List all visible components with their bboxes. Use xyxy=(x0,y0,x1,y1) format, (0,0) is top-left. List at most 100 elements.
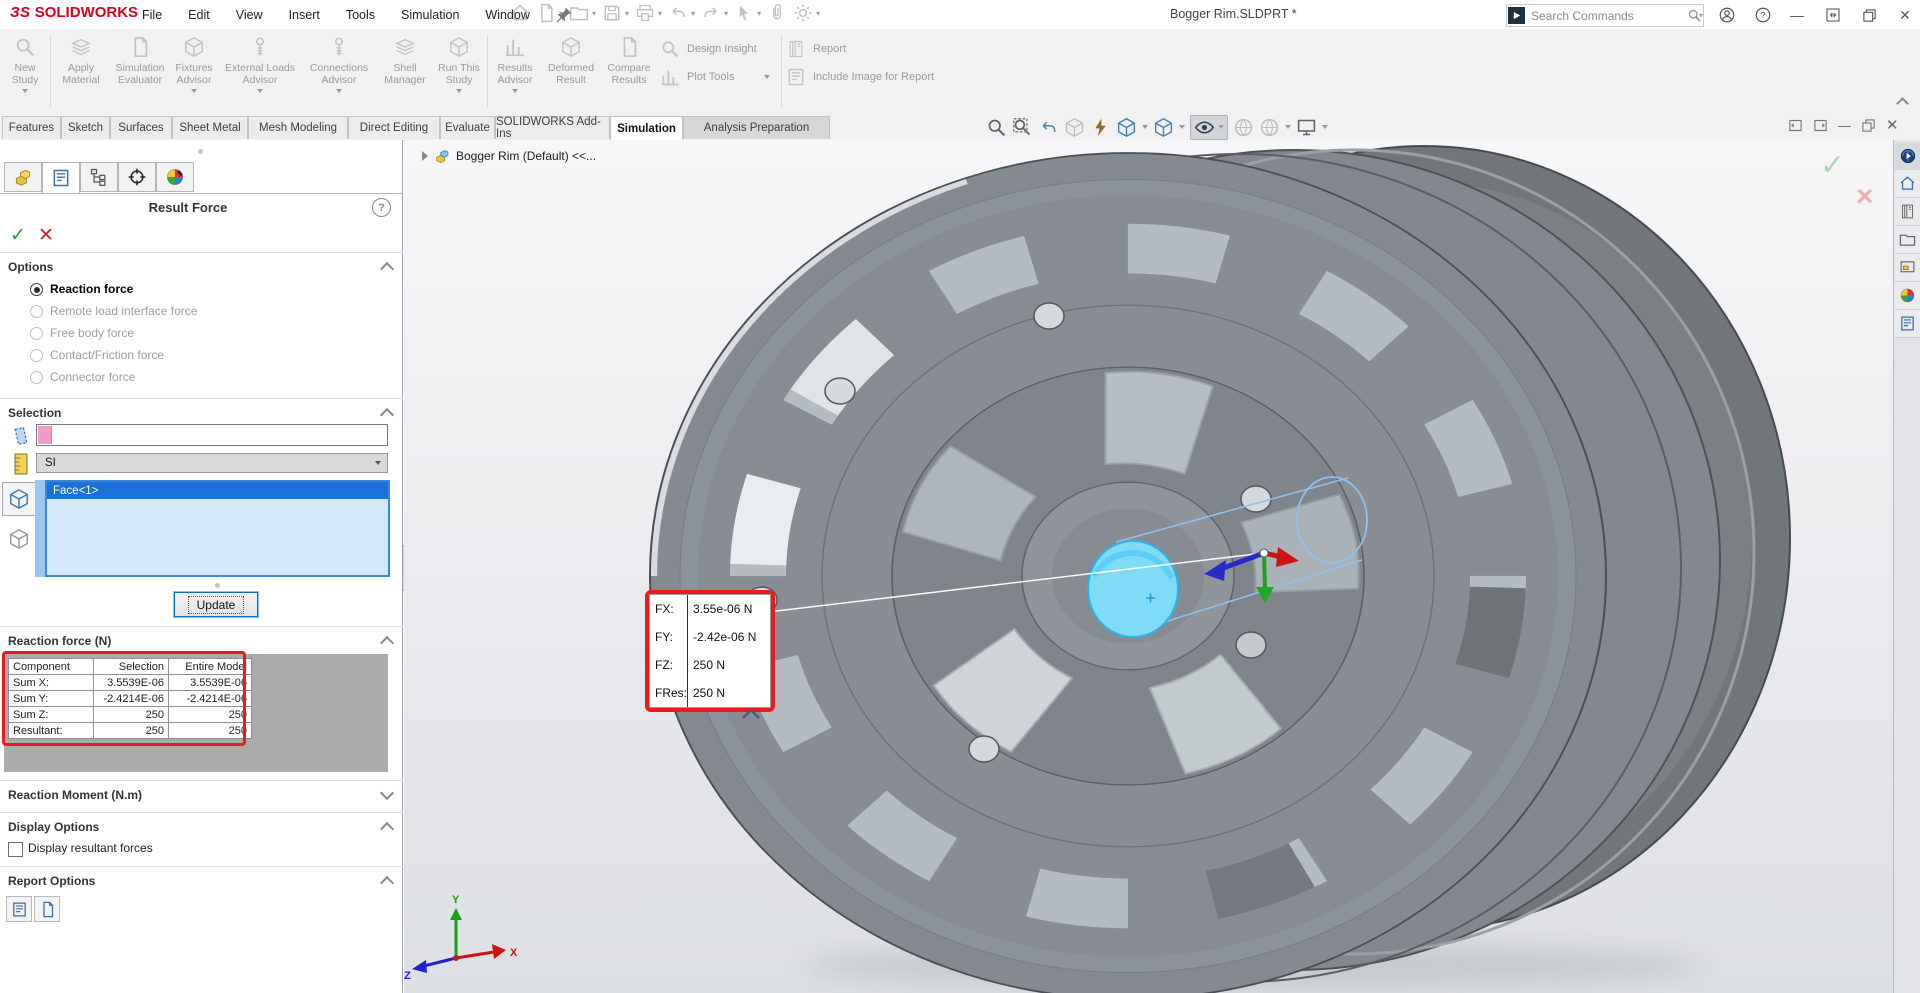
callout-collapse-icon[interactable] xyxy=(740,708,762,720)
viewport-restore-icon[interactable] xyxy=(1861,118,1876,133)
new-study-button[interactable]: New Study xyxy=(2,33,48,109)
tab-direct-editing[interactable]: Direct Editing xyxy=(348,116,440,139)
external-loads-advisor-button[interactable]: External Loads Advisor xyxy=(220,33,300,109)
viewport-close-icon[interactable]: ✕ xyxy=(1886,116,1899,134)
zoom-to-area-icon[interactable] xyxy=(1012,117,1033,138)
reaction-force-collapse-icon[interactable] xyxy=(380,636,394,650)
pane-right-icon[interactable] xyxy=(1813,118,1828,133)
tab-sheet-metal[interactable]: Sheet Metal xyxy=(172,116,248,139)
previous-view-icon[interactable] xyxy=(1038,117,1059,138)
selection-filter-input[interactable] xyxy=(36,424,388,446)
simulation-evaluator-button[interactable]: Simulation Evaluator xyxy=(112,33,168,109)
taskpane-custom-properties-button[interactable] xyxy=(1895,310,1920,338)
help-icon[interactable]: ? xyxy=(1752,4,1774,26)
radio-label[interactable]: Remote load interface force xyxy=(50,304,197,318)
view-settings-icon[interactable] xyxy=(1296,117,1317,138)
radio-label[interactable]: Contact/Friction force xyxy=(50,348,164,362)
taskpane-3dexperience-button[interactable] xyxy=(1895,142,1920,170)
save-dropdown[interactable]: ▾ xyxy=(625,9,629,18)
new-document-icon[interactable] xyxy=(536,3,556,23)
cancel-button[interactable]: ✕ xyxy=(38,224,54,247)
search-dropdown[interactable]: ▾ xyxy=(1699,11,1703,20)
tab-feature-tree[interactable] xyxy=(4,162,42,192)
save-icon[interactable] xyxy=(602,3,622,23)
view-orientation-dropdown[interactable] xyxy=(1142,125,1148,129)
radio-free-body-force[interactable] xyxy=(30,327,43,340)
display-style-icon[interactable] xyxy=(1153,117,1174,138)
copy-table-button[interactable] xyxy=(34,896,60,922)
tab-surfaces[interactable]: Surfaces xyxy=(110,116,172,139)
open-icon[interactable] xyxy=(569,3,589,23)
selection-header[interactable]: Selection xyxy=(8,406,61,420)
results-advisor-button[interactable]: Results Advisor xyxy=(490,33,540,109)
radio-contact-friction-force[interactable] xyxy=(30,349,43,362)
list-resize-grip[interactable] xyxy=(215,583,220,588)
taskpane-appearances-button[interactable] xyxy=(1895,282,1920,310)
confirm-cancel-button[interactable]: × xyxy=(1856,180,1874,214)
plot-tools-button[interactable]: Plot Tools xyxy=(660,67,770,87)
minimize-icon[interactable]: — xyxy=(1786,4,1808,26)
radio-remote-load-interface-force[interactable] xyxy=(30,305,43,318)
scene-icon[interactable] xyxy=(1259,117,1280,138)
taskpane-design-library-button[interactable] xyxy=(1895,198,1920,226)
feature-tree-flyout[interactable]: Bogger Rim (Default) <<... xyxy=(422,148,596,164)
taskpane-view-palette-button[interactable] xyxy=(1895,254,1920,282)
undo-dropdown[interactable]: ▾ xyxy=(691,9,695,18)
expand-arrow-icon[interactable] xyxy=(422,151,428,161)
panel-grip[interactable] xyxy=(198,149,203,154)
user-account-icon[interactable] xyxy=(1716,4,1738,26)
menu-tools[interactable]: Tools xyxy=(344,6,377,24)
menu-file[interactable]: File xyxy=(140,6,164,24)
report-options-collapse-icon[interactable] xyxy=(380,876,394,890)
tab-dimxpert-manager[interactable] xyxy=(118,162,156,192)
tab-features[interactable]: Features xyxy=(2,116,61,139)
radio-reaction-force[interactable] xyxy=(30,283,43,296)
reaction-moment-header[interactable]: Reaction Moment (N.m) xyxy=(8,788,142,802)
attachment-icon[interactable] xyxy=(767,3,787,23)
ok-button[interactable]: ✓ xyxy=(10,224,26,247)
options-collapse-icon[interactable] xyxy=(380,262,394,276)
confirm-ok-button[interactable]: ✓ xyxy=(1820,148,1845,183)
taskpane-file-explorer-button[interactable] xyxy=(1895,226,1920,254)
redo-dropdown[interactable]: ▾ xyxy=(724,9,728,18)
tab-mesh-modeling[interactable]: Mesh Modeling xyxy=(248,116,348,139)
print-dropdown[interactable]: ▾ xyxy=(658,9,662,18)
report-options-header[interactable]: Report Options xyxy=(8,874,95,888)
reaction-force-header[interactable]: Reaction force (N) xyxy=(8,634,111,648)
tab-property-manager[interactable] xyxy=(42,162,80,194)
close-icon[interactable]: ✕ xyxy=(1894,4,1916,26)
viewport-minimize-icon[interactable]: — xyxy=(1838,118,1851,133)
section-view-icon[interactable] xyxy=(1064,117,1085,138)
menu-simulation[interactable]: Simulation xyxy=(399,6,461,24)
radio-label[interactable]: Reaction force xyxy=(50,282,133,296)
search-input[interactable]: Search Commands xyxy=(1526,9,1687,23)
reaction-moment-expand-icon[interactable] xyxy=(380,786,394,800)
display-options-collapse-icon[interactable] xyxy=(380,822,394,836)
face-filter-button[interactable] xyxy=(2,482,36,516)
radio-label[interactable]: Free body force xyxy=(50,326,134,340)
taskpane-home-button[interactable] xyxy=(1895,170,1920,198)
tab-simulation[interactable]: Simulation xyxy=(610,116,683,140)
select-icon[interactable] xyxy=(734,3,754,23)
tab-analysis-preparation[interactable]: Analysis Preparation xyxy=(683,116,830,139)
tab-solidworks-add-ins[interactable]: SOLIDWORKS Add-Ins xyxy=(495,116,610,139)
view-orientation-icon[interactable] xyxy=(1116,117,1137,138)
display-resultant-forces-checkbox[interactable] xyxy=(8,842,23,857)
annotations-icon[interactable] xyxy=(1090,117,1111,138)
menu-insert[interactable]: Insert xyxy=(287,6,322,24)
print-icon[interactable] xyxy=(635,3,655,23)
tree-node-label[interactable]: Bogger Rim (Default) <<... xyxy=(456,149,596,163)
select-dropdown[interactable]: ▾ xyxy=(757,9,761,18)
deformed-result-button[interactable]: Deformed Result xyxy=(542,33,600,109)
options-gear-icon[interactable] xyxy=(793,3,813,23)
selection-collapse-icon[interactable] xyxy=(380,408,394,422)
help-icon[interactable]: ? xyxy=(372,198,391,217)
tab-sketch[interactable]: Sketch xyxy=(61,116,110,139)
report-button[interactable]: Report xyxy=(786,39,934,59)
zoom-to-fit-icon[interactable] xyxy=(986,117,1007,138)
connections-advisor-button[interactable]: Connections Advisor xyxy=(302,33,376,109)
include-image-for-report-button[interactable]: Include Image for Report xyxy=(786,67,934,87)
shell-manager-button[interactable]: Shell Manager xyxy=(378,33,432,109)
new-dropdown[interactable]: ▾ xyxy=(559,9,563,18)
save-table-button[interactable] xyxy=(6,896,32,922)
